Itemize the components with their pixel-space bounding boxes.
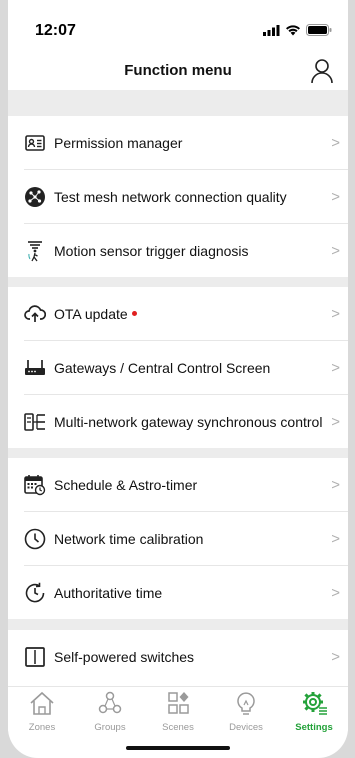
menu-item-label: Network time calibration (54, 530, 204, 547)
chevron-right-icon: > (331, 359, 340, 376)
status-time: 12:07 (35, 22, 76, 39)
tab-zones[interactable]: Zones (8, 689, 76, 733)
battery-icon (306, 24, 332, 36)
menu-item-multi-gateway[interactable]: Multi-network gateway synchronous contro… (8, 395, 348, 448)
gateway-icon (24, 357, 46, 379)
status-icons (263, 24, 332, 36)
globe-network-icon (24, 186, 46, 208)
scenes-icon (168, 692, 189, 714)
menu-item-label: Permission manager (54, 134, 183, 151)
chevron-right-icon: > (331, 584, 340, 601)
tab-groups[interactable]: Groups (76, 689, 144, 733)
menu-item-permission-manager[interactable]: Permission manager > (8, 116, 348, 169)
motion-sensor-icon (24, 240, 46, 262)
tab-devices[interactable]: Devices (212, 689, 280, 733)
calendar-clock-icon (24, 474, 46, 496)
chevron-right-icon: > (331, 134, 340, 151)
chevron-right-icon: > (331, 242, 340, 259)
menu-item-mesh-quality[interactable]: Test mesh network connection quality > (8, 170, 348, 223)
menu-item-label: Gateways / Central Control Screen (54, 359, 271, 376)
section-gap (8, 619, 348, 630)
section-gap (8, 448, 348, 458)
clock-icon (24, 528, 46, 550)
menu-item-label: Authoritative time (54, 584, 163, 601)
chevron-right-icon: > (331, 648, 340, 665)
home-icon (30, 691, 54, 715)
menu-item-label: Test mesh network connection quality (54, 188, 287, 205)
menu-item-label: Motion sensor trigger diagnosis (54, 242, 249, 259)
menu-item-label: Schedule & Astro-timer (54, 476, 198, 493)
menu-item-network-time[interactable]: Network time calibration > (8, 512, 348, 565)
nav-bar: Function menu (8, 50, 348, 90)
section-gap (8, 90, 348, 116)
menu-item-label: OTA update (54, 306, 137, 322)
chevron-right-icon: > (331, 413, 340, 430)
cloud-upload-icon (24, 303, 46, 325)
chevron-right-icon: > (331, 188, 340, 205)
groups-icon (98, 691, 122, 714)
multi-gateway-icon (24, 411, 46, 433)
profile-button[interactable] (310, 58, 334, 84)
tab-label: Settings (295, 722, 333, 733)
home-indicator[interactable] (126, 746, 230, 750)
menu-item-schedule[interactable]: Schedule & Astro-timer > (8, 458, 348, 511)
phone-screen: 12:07 Function menu Permission manager >… (8, 0, 348, 758)
menu-item-label: Multi-network gateway synchronous contro… (54, 413, 323, 430)
panel-switch-icon (24, 646, 46, 668)
wifi-icon (286, 25, 300, 36)
menu-item-ota-update[interactable]: OTA update > (8, 287, 348, 340)
tab-label: Devices (229, 722, 263, 733)
menu-item-gateways[interactable]: Gateways / Central Control Screen > (8, 341, 348, 394)
menu-item-self-powered-switches[interactable]: Self-powered switches > (8, 630, 348, 683)
update-badge-dot (131, 311, 137, 317)
time-refresh-icon (24, 582, 46, 604)
menu-item-label: Self-powered switches (54, 648, 195, 665)
menu-item-motion-sensor[interactable]: Motion sensor trigger diagnosis > (8, 224, 348, 277)
tab-bar: Zones Groups Scenes Devices Settings (8, 686, 348, 733)
chevron-right-icon: > (331, 476, 340, 493)
id-card-icon (24, 132, 46, 154)
chevron-right-icon: > (331, 305, 340, 322)
tab-label: Zones (28, 722, 56, 733)
menu-item-label-text: OTA update (54, 305, 128, 322)
tab-scenes[interactable]: Scenes (144, 689, 212, 733)
chevron-right-icon: > (331, 530, 340, 547)
tab-label: Groups (94, 722, 126, 733)
signal-icon (263, 24, 280, 36)
user-icon (311, 59, 333, 84)
tab-label: Scenes (162, 722, 194, 733)
bulb-icon (237, 692, 255, 715)
page-title: Function menu (124, 62, 232, 79)
settings-gear-icon (303, 692, 327, 715)
section-gap (8, 277, 348, 287)
tab-settings[interactable]: Settings (280, 689, 348, 733)
menu-item-authoritative-time[interactable]: Authoritative time > (8, 566, 348, 619)
